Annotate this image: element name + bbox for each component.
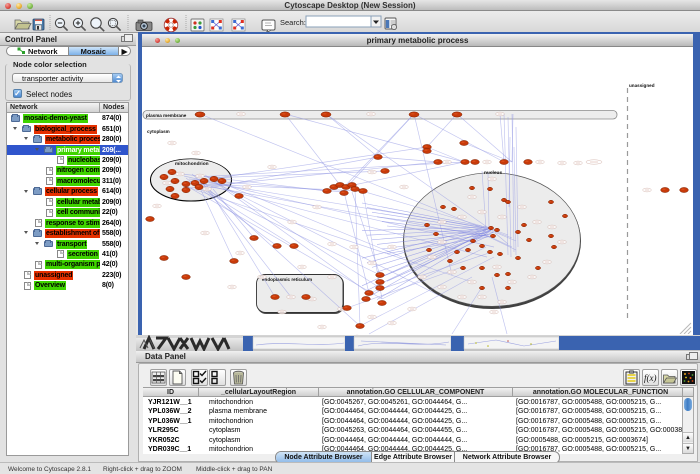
svg-text:cytoplasm: cytoplasm bbox=[147, 129, 170, 134]
svg-text:Search:: Search: bbox=[280, 18, 306, 27]
svg-text:mitochondrion: mitochondrion bbox=[175, 161, 209, 167]
svg-text:plasma membrane: plasma membrane bbox=[146, 113, 187, 118]
svg-text:endoplasmic reticulum: endoplasmic reticulum bbox=[262, 277, 312, 282]
svg-text:unassigned: unassigned bbox=[629, 83, 655, 88]
svg-text:nucleus: nucleus bbox=[484, 170, 502, 176]
svg-text:f(x): f(x) bbox=[644, 373, 657, 383]
